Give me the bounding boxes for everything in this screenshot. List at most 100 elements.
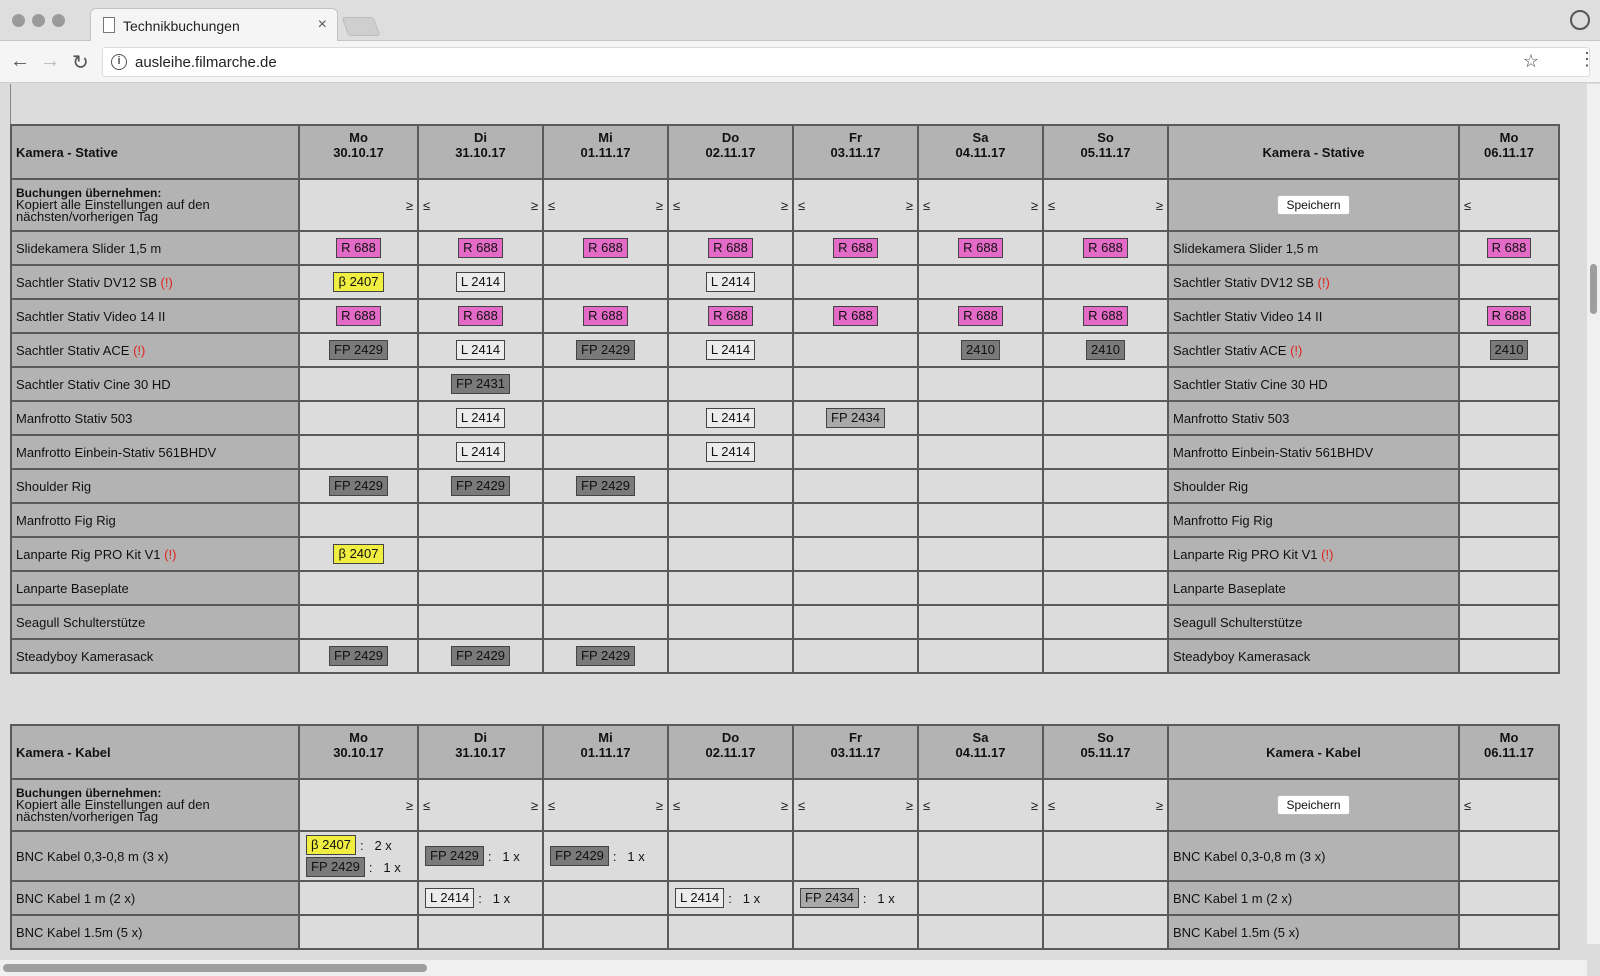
bookmark-star-icon[interactable]: ☆ <box>1523 51 1539 72</box>
booking-badge[interactable]: L 2414 <box>455 272 506 292</box>
copy-prev-button[interactable]: ≤ <box>798 198 805 213</box>
booking-cell[interactable]: R 688 <box>298 298 419 334</box>
booking-cell[interactable]: L 2414 <box>417 400 544 436</box>
booking-cell[interactable]: FP 2434 <box>792 400 919 436</box>
booking-cell[interactable]: 2410 <box>1042 332 1169 368</box>
booking-cell[interactable] <box>1042 536 1169 572</box>
copy-prev-button[interactable]: ≤ <box>548 198 555 213</box>
copy-prev-button[interactable]: ≤ <box>423 798 430 813</box>
minimize-window-icon[interactable] <box>32 14 45 27</box>
booking-cell[interactable] <box>667 830 794 882</box>
tab-close-icon[interactable]: × <box>318 16 327 34</box>
copy-prev-button[interactable]: ≤ <box>548 798 555 813</box>
booking-badge[interactable]: R 688 <box>1083 238 1128 258</box>
booking-cell[interactable]: R 688 <box>667 230 794 266</box>
booking-badge[interactable]: FP 2429 <box>451 646 510 666</box>
new-tab-button[interactable] <box>341 17 381 36</box>
booking-cell[interactable] <box>792 604 919 640</box>
maximize-window-icon[interactable] <box>52 14 65 27</box>
booking-cell[interactable] <box>542 880 669 916</box>
booking-badge[interactable]: R 688 <box>708 238 753 258</box>
booking-badge[interactable]: R 688 <box>833 306 878 326</box>
booking-cell[interactable]: R 688 <box>417 230 544 266</box>
booking-cell-next[interactable] <box>1458 366 1560 402</box>
booking-cell[interactable] <box>298 434 419 470</box>
copy-prev-button[interactable]: ≤ <box>923 798 930 813</box>
booking-cell[interactable] <box>792 264 919 300</box>
booking-cell-next[interactable] <box>1458 638 1560 674</box>
booking-cell[interactable] <box>417 914 544 950</box>
booking-badge[interactable]: FP 2429 <box>329 476 388 496</box>
booking-cell[interactable] <box>917 830 1044 882</box>
copy-prev-button[interactable]: ≤ <box>1464 798 1471 813</box>
booking-cell[interactable]: FP 2429 <box>298 332 419 368</box>
booking-cell[interactable] <box>917 536 1044 572</box>
booking-cell[interactable] <box>1042 502 1169 538</box>
booking-cell[interactable] <box>542 502 669 538</box>
booking-badge[interactable]: FP 2429 <box>576 646 635 666</box>
booking-cell[interactable] <box>1042 434 1169 470</box>
booking-cell[interactable] <box>542 914 669 950</box>
booking-badge[interactable]: R 688 <box>1486 238 1532 258</box>
booking-badge[interactable]: FP 2429 <box>306 857 365 877</box>
booking-cell-next[interactable]: 2410 <box>1458 332 1560 368</box>
booking-cell[interactable] <box>542 570 669 606</box>
booking-cell[interactable]: R 688 <box>542 298 669 334</box>
copy-prev-button[interactable]: ≤ <box>1048 198 1055 213</box>
booking-cell[interactable] <box>542 604 669 640</box>
booking-badge[interactable]: R 688 <box>583 306 628 326</box>
booking-cell[interactable]: FP 2434: 1 x <box>792 880 919 916</box>
booking-cell[interactable] <box>542 366 669 402</box>
booking-cell[interactable]: R 688 <box>1042 298 1169 334</box>
copy-prev-button[interactable]: ≤ <box>1048 798 1055 813</box>
booking-cell[interactable] <box>298 570 419 606</box>
booking-cell[interactable]: FP 2429 <box>298 638 419 674</box>
vertical-scrollbar[interactable] <box>1587 84 1600 944</box>
booking-cell[interactable] <box>792 536 919 572</box>
booking-cell[interactable] <box>792 468 919 504</box>
booking-badge[interactable]: β 2407 <box>333 272 384 292</box>
booking-cell-next[interactable] <box>1458 400 1560 436</box>
booking-badge[interactable]: FP 2429 <box>550 846 609 866</box>
booking-badge[interactable]: β 2407 <box>333 544 384 564</box>
booking-cell[interactable] <box>1042 638 1169 674</box>
booking-cell[interactable] <box>542 434 669 470</box>
booking-cell[interactable] <box>417 536 544 572</box>
booking-cell[interactable] <box>1042 468 1169 504</box>
booking-cell[interactable] <box>298 604 419 640</box>
booking-cell[interactable]: FP 2429: 1 x <box>417 830 544 882</box>
booking-cell[interactable] <box>1042 570 1169 606</box>
booking-badge[interactable]: L 2414 <box>705 340 756 360</box>
booking-badge[interactable]: FP 2429 <box>329 646 388 666</box>
booking-cell[interactable] <box>917 366 1044 402</box>
booking-badge[interactable]: R 688 <box>958 306 1003 326</box>
vertical-scroll-thumb[interactable] <box>1590 264 1597 314</box>
booking-badge[interactable]: R 688 <box>1083 306 1128 326</box>
booking-cell[interactable]: R 688 <box>667 298 794 334</box>
booking-cell[interactable] <box>667 502 794 538</box>
copy-next-button[interactable]: ≥ <box>1156 798 1163 813</box>
booking-cell[interactable]: FP 2431 <box>417 366 544 402</box>
booking-cell[interactable] <box>667 604 794 640</box>
booking-cell[interactable]: 2410 <box>917 332 1044 368</box>
booking-badge[interactable]: L 2414 <box>705 272 756 292</box>
booking-badge[interactable]: FP 2434 <box>800 888 859 908</box>
booking-cell-next[interactable] <box>1458 570 1560 606</box>
booking-cell[interactable] <box>917 468 1044 504</box>
booking-cell[interactable] <box>792 434 919 470</box>
booking-badge[interactable]: R 688 <box>708 306 753 326</box>
copy-next-button[interactable]: ≥ <box>906 798 913 813</box>
booking-cell-next[interactable] <box>1458 536 1560 572</box>
copy-next-button[interactable]: ≥ <box>656 798 663 813</box>
url-text[interactable]: ausleihe.filmarche.de <box>135 54 277 71</box>
booking-badge[interactable]: FP 2429 <box>425 846 484 866</box>
booking-cell[interactable] <box>917 604 1044 640</box>
booking-cell-next[interactable] <box>1458 604 1560 640</box>
booking-cell[interactable]: FP 2429 <box>417 638 544 674</box>
booking-cell[interactable] <box>542 536 669 572</box>
booking-cell[interactable] <box>542 264 669 300</box>
booking-cell[interactable] <box>298 366 419 402</box>
booking-cell-next[interactable]: R 688 <box>1458 230 1560 266</box>
booking-cell[interactable] <box>667 536 794 572</box>
booking-cell[interactable]: L 2414 <box>667 264 794 300</box>
